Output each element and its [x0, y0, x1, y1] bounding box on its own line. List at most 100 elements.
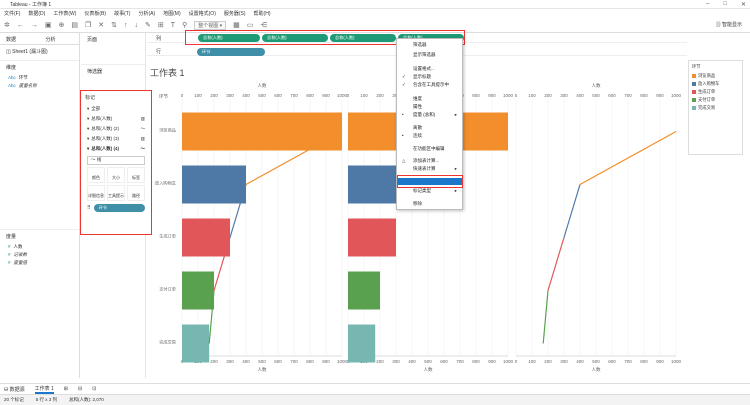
menu-item-include-tooltip[interactable]: ✓ 包含在工具提示中 — [397, 81, 462, 88]
field-measure[interactable]: # 度量值 — [0, 259, 79, 267]
field-label: 记录数 — [13, 252, 28, 257]
menu-file[interactable]: 文件(F) — [4, 10, 20, 17]
size-button[interactable]: 大小 — [107, 167, 125, 183]
status-sum: 总和(人数): 2,070 — [69, 397, 104, 402]
swap-icon[interactable]: ⇅ — [111, 21, 117, 29]
menu-help[interactable]: 帮助(H) — [254, 10, 271, 17]
share-icon[interactable]: ⋲ — [260, 21, 267, 29]
fit-dropdown[interactable]: 整个视图 ▾ — [194, 20, 227, 30]
marks-row[interactable]: ▾ 全部 — [81, 104, 151, 114]
mark-type-dropdown[interactable]: 〜 线 — [87, 156, 145, 165]
menu-item-remove[interactable]: 移除 — [397, 200, 462, 207]
marks-row[interactable]: ▾ 总和(人数) (3) ▥ — [81, 134, 151, 144]
menu-item-continuous[interactable]: • 连续 — [397, 132, 462, 139]
show-cards-icon[interactable]: ▦ — [233, 21, 240, 29]
duplicate-icon[interactable]: ❐ — [85, 21, 91, 29]
close-icon[interactable]: ✕ — [741, 1, 746, 8]
menu-map[interactable]: 地图(M) — [163, 10, 181, 17]
menu-item-attribute[interactable]: 属性 — [397, 103, 462, 110]
new-sheet-icon[interactable]: ▤ — [71, 21, 78, 29]
presentation-icon[interactable]: ▭ — [247, 21, 254, 29]
field-label: 度量名称 — [18, 83, 37, 88]
field-dimension[interactable]: Abc 环节 — [0, 74, 79, 82]
menu-analysis[interactable]: 分析(A) — [138, 10, 155, 17]
menu-format[interactable]: 设置格式(O) — [189, 10, 216, 17]
sort-desc-icon[interactable]: ↓ — [135, 22, 139, 29]
tab-analysis[interactable]: 分析 — [40, 33, 80, 44]
menu-data[interactable]: 数据(D) — [28, 10, 45, 17]
menu-item-quick-table-calc[interactable]: 快速表计算 ▸ — [397, 165, 462, 172]
sort-asc-icon[interactable]: ↑ — [124, 22, 128, 29]
undo-icon[interactable]: ← — [17, 22, 24, 29]
chevron-down-icon: ▾ — [87, 106, 90, 111]
maximize-icon[interactable]: □ — [723, 1, 727, 8]
field-measure[interactable]: # 记录数 — [0, 251, 79, 259]
highlight-icon[interactable]: ✎ — [145, 21, 151, 29]
path-button[interactable]: 路径 — [127, 185, 145, 201]
menu-item-discrete[interactable]: 离散 — [397, 124, 462, 131]
marks-pill-stage[interactable]: 环节 — [93, 204, 145, 212]
menu-item-show-header[interactable]: ✓ 显示标题 — [397, 73, 462, 80]
column-pill[interactable]: 总和(人数) — [330, 34, 396, 42]
redo-icon[interactable]: → — [31, 22, 38, 29]
tableau-logo-icon[interactable]: ✲ — [4, 21, 10, 29]
marks-row[interactable]: ▾ 总和(人数) (2) 〜 — [81, 124, 151, 134]
menu-item-show-filter[interactable]: 显示筛选器 — [397, 51, 462, 58]
datasource-tab[interactable]: ⛁ 数据源 — [4, 386, 25, 393]
field-dimension[interactable]: Abc 度量名称 — [0, 82, 79, 90]
menu-item-mark-type[interactable]: 标记类型 ▸ — [397, 187, 462, 194]
menu-item-format[interactable]: 设置格式... — [397, 65, 462, 72]
selected-item-highlight — [397, 175, 463, 188]
menu-item-add-table-calc[interactable]: △ 添加表计算... — [397, 157, 462, 164]
menu-server[interactable]: 服务器(S) — [224, 10, 246, 17]
field-measure[interactable]: # 人数 — [0, 243, 79, 251]
color-button[interactable]: 颜色 — [87, 167, 105, 183]
legend-label: 生成订单 — [698, 89, 716, 94]
menu-item-filter[interactable]: 筛选器 — [397, 41, 462, 48]
fit-label: 整个视图 — [198, 22, 219, 29]
menu-item-label: 显示标题 — [413, 74, 431, 79]
menu-item-dimension[interactable]: 维度 — [397, 95, 462, 102]
number-type-icon: # — [8, 244, 11, 249]
menu-item-edit-in-shelf[interactable]: 在功能区中编辑 — [397, 145, 462, 152]
tab-data[interactable]: 数据 — [0, 33, 40, 44]
menu-item-measure-sum[interactable]: • 度量 (总和) ▸ — [397, 111, 462, 118]
label-icon[interactable]: T — [171, 22, 175, 29]
smart-show-button[interactable]: ▥ 智能显示 — [716, 21, 742, 28]
legend-item[interactable]: 浏览商品 — [692, 73, 739, 79]
row-pill[interactable]: 环节 — [197, 48, 265, 56]
sheet-tab[interactable]: 工作表 1 — [34, 385, 54, 394]
legend-item[interactable]: 放入购物车 — [692, 81, 739, 87]
group-icon[interactable]: ⊞ — [158, 21, 164, 29]
marks-row[interactable]: ▾ 总和(人数) (4) 〜 — [81, 144, 151, 154]
marks-row[interactable]: ▾ 总和(人数) ▥ — [81, 114, 151, 124]
color-legend: 环节 浏览商品 放入购物车 生成订单 支付订单 完成交易 — [688, 60, 743, 155]
axis-title-top: 人数 — [592, 82, 601, 89]
new-sheet-tab-icon[interactable]: ⊞ — [64, 386, 68, 392]
chevron-down-icon: ▾ — [87, 146, 90, 151]
save-icon[interactable]: ▣ — [45, 21, 52, 29]
clear-icon[interactable]: ✕ — [98, 21, 104, 29]
pin-icon[interactable]: ⚲ — [182, 21, 187, 29]
tick-label-bottom: 0 — [515, 359, 518, 364]
menu-dashboard[interactable]: 仪表板(B) — [84, 10, 106, 17]
tick-label-top: 200 — [210, 93, 218, 98]
menu-story[interactable]: 故事(T) — [114, 10, 130, 17]
new-story-icon[interactable]: ⊡ — [92, 386, 96, 392]
tooltip-button[interactable]: 工具提示 — [107, 185, 125, 201]
add-datasource-icon[interactable]: ⊕ — [59, 21, 65, 29]
datasource-item[interactable]: ◫ Sheet1 (漏斗图) — [0, 45, 79, 58]
legend-item[interactable]: 支付订单 — [692, 97, 739, 103]
legend-item[interactable]: 生成订单 — [692, 89, 739, 95]
new-dashboard-icon[interactable]: ⊟ — [78, 386, 82, 392]
detail-button[interactable]: 详细信息 — [87, 185, 105, 201]
tick-label-top: 900 — [656, 93, 664, 98]
menu-worksheet[interactable]: 工作表(W) — [53, 10, 76, 17]
rows-label: 行 — [156, 49, 162, 55]
column-pill[interactable]: 总和(人数) — [198, 34, 260, 42]
tick-label-top: 700 — [290, 93, 298, 98]
legend-item[interactable]: 完成交易 — [692, 105, 739, 111]
label-button[interactable]: 标签 — [127, 167, 145, 183]
column-pill[interactable]: 总和(人数) — [262, 34, 328, 42]
minimize-icon[interactable]: – — [706, 1, 709, 8]
